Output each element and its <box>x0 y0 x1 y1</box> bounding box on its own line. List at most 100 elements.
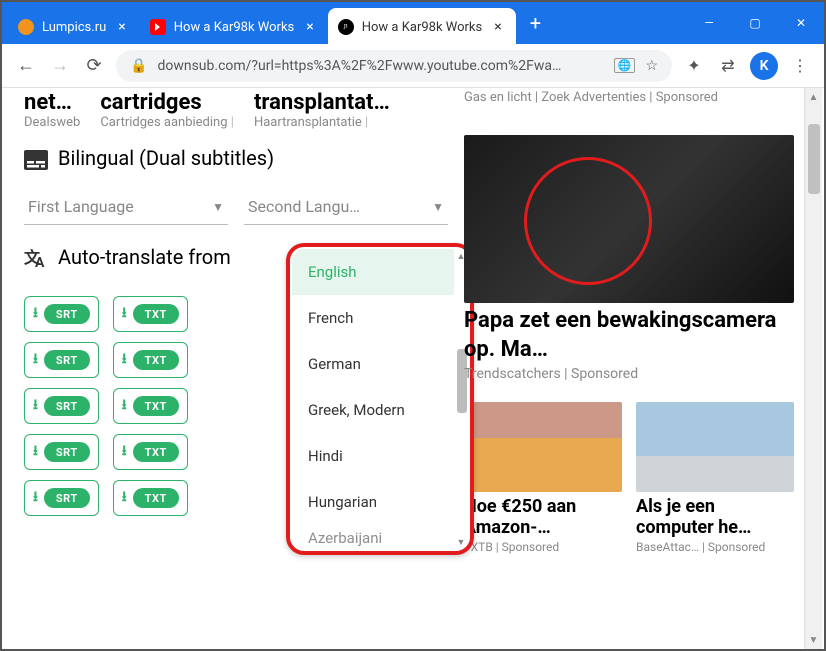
dropdown-item[interactable]: Azerbaijani <box>292 525 454 549</box>
chevron-down-icon: ▼ <box>432 200 444 214</box>
maximize-button[interactable]: ▢ <box>732 2 778 44</box>
forward-button[interactable]: → <box>48 54 72 78</box>
download-icon: ⭳ <box>33 302 38 326</box>
back-button[interactable]: ← <box>14 54 38 78</box>
ad-image <box>464 135 794 303</box>
auto-translate-header: 文A Auto-translate from <box>24 243 256 274</box>
download-txt-button[interactable]: ⭳TXT <box>113 388 188 424</box>
dropdown-item[interactable]: Hindi <box>292 433 454 479</box>
sponsored-card[interactable]: Hoe €250 aan Amazon-… FXTB | Sponsored <box>464 402 622 554</box>
ad-meta: BaseAttac… | Sponsored <box>636 540 794 554</box>
ad-title: cartridges <box>100 90 234 115</box>
download-srt-button[interactable]: ⭳ SRT <box>24 388 99 424</box>
sponsored-meta: Gas en licht | Zoek Advertenties | Spons… <box>464 90 794 105</box>
youtube-icon <box>150 19 166 35</box>
download-srt-button[interactable]: ⭳ SRT <box>24 342 99 378</box>
download-icon: ⭳ <box>122 486 127 510</box>
badge-txt: TXT <box>133 488 179 508</box>
favicon-icon <box>18 19 34 35</box>
second-language-select[interactable]: Second Langu… ▼ <box>244 189 448 225</box>
dropdown-item[interactable]: French <box>292 295 454 341</box>
star-icon[interactable]: ☆ <box>645 58 658 74</box>
badge-srt: SRT <box>44 442 90 462</box>
ad-source: Haartransplantatie <box>254 115 362 130</box>
new-tab-button[interactable]: + <box>516 11 555 35</box>
badge-txt: TXT <box>133 304 179 324</box>
download-txt-button[interactable]: ⭳ TXT <box>113 296 188 332</box>
download-icon: ⭳ <box>122 302 127 326</box>
dropdown-item[interactable]: Greek, Modern <box>292 387 454 433</box>
address-bar[interactable]: 🔒 downsub.com/?url=https%3A%2F%2Fwww.you… <box>116 50 672 82</box>
reading-list-icon[interactable]: ⇄ <box>716 54 740 78</box>
extensions-icon[interactable]: ✦ <box>682 54 706 78</box>
sponsored-item[interactable]: net… Dealsweb <box>24 90 80 130</box>
url-text: downsub.com/?url=https%3A%2F%2Fwww.youtu… <box>157 58 603 74</box>
tab-label: How a Kar98k Works <box>362 20 483 35</box>
ad-image <box>636 402 794 492</box>
translate-icon[interactable]: 🌐 <box>614 58 636 73</box>
download-txt-button[interactable]: ⭳TXT <box>113 434 188 470</box>
badge-txt: TXT <box>133 442 179 462</box>
page-scrollbar[interactable]: ▲ ▼ <box>804 88 822 649</box>
download-icon: ⭳ <box>33 486 38 510</box>
download-txt-button[interactable]: ⭳TXT <box>113 342 188 378</box>
browser-toolbar: ← → ⟳ 🔒 downsub.com/?url=https%3A%2F%2Fw… <box>2 44 824 88</box>
left-column: net… Dealsweb cartridges Cartridges aanb… <box>2 88 456 649</box>
dropdown-item[interactable]: German <box>292 341 454 387</box>
download-icon: ⭳ <box>33 440 38 464</box>
browser-tab-active[interactable]: ᶮ How a Kar98k Works × <box>328 8 516 44</box>
section-title: Auto-translate from <box>58 243 231 271</box>
sponsored-card[interactable]: Als je een computer he… BaseAttac… | Spo… <box>636 402 794 554</box>
sponsored-item[interactable]: cartridges Cartridges aanbieding | <box>100 90 234 130</box>
download-srt-button[interactable]: ⭳SRT <box>24 296 99 332</box>
ad-source: Cartridges aanbieding <box>100 115 227 130</box>
highlight-circle-icon <box>524 157 652 285</box>
badge-srt: SRT <box>44 396 90 416</box>
language-dropdown[interactable]: English French German Greek, Modern Hind… <box>286 243 474 555</box>
right-column: Gas en licht | Zoek Advertenties | Spons… <box>456 88 802 649</box>
tab-label: How a Kar98k Works <box>174 20 295 35</box>
close-icon[interactable]: × <box>490 19 505 35</box>
scrollbar-thumb[interactable] <box>808 124 820 194</box>
sponsored-item[interactable]: transplantat… Haartransplantatie | <box>254 90 390 130</box>
profile-avatar[interactable]: K <box>750 52 778 80</box>
download-grid: ⭳SRT ⭳TXT ⭳SRT ⭳TXT ⭳SRT ⭳TXT ⭳SRT ⭳TXT <box>24 296 256 516</box>
dropdown-item[interactable]: English <box>292 249 454 295</box>
close-icon[interactable]: × <box>302 19 317 35</box>
sponsored-card[interactable]: Papa zet een bewakingscamera op. Ma… Tre… <box>464 135 794 382</box>
close-icon[interactable]: × <box>114 19 129 35</box>
browser-tab[interactable]: How a Kar98k Works × <box>140 8 328 44</box>
svg-text:A: A <box>35 255 45 269</box>
browser-titlebar: Lumpics.ru × How a Kar98k Works × ᶮ How … <box>2 2 824 44</box>
select-label: Second Langu… <box>248 197 360 216</box>
download-icon: ⭳ <box>122 348 127 372</box>
subtitles-icon <box>24 150 48 175</box>
ad-row: net… Dealsweb cartridges Cartridges aanb… <box>24 90 448 130</box>
window-controls: — ▢ ✕ <box>686 2 824 44</box>
lock-icon: 🔒 <box>130 58 147 74</box>
minimize-button[interactable]: — <box>686 2 732 44</box>
ad-title: Als je een computer he… <box>636 496 794 538</box>
section-title: Bilingual (Dual subtitles) <box>58 146 274 170</box>
reload-button[interactable]: ⟳ <box>82 54 106 78</box>
badge-txt: TXT <box>133 396 179 416</box>
site-icon: ᶮ <box>338 19 354 35</box>
ad-source: Dealsweb <box>24 115 80 130</box>
menu-icon[interactable]: ⋮ <box>788 54 812 78</box>
first-language-select[interactable]: First Language ▼ <box>24 189 228 225</box>
download-txt-button[interactable]: ⭳ TXT <box>113 480 188 516</box>
download-srt-button[interactable]: ⭳ SRT <box>24 434 99 470</box>
download-srt-button[interactable]: ⭳SRT <box>24 480 99 516</box>
browser-tab[interactable]: Lumpics.ru × <box>8 8 140 44</box>
close-window-button[interactable]: ✕ <box>778 2 824 44</box>
language-selects: First Language ▼ Second Langu… ▼ <box>24 189 448 225</box>
badge-srt: SRT <box>44 350 90 370</box>
auto-translate-section: 文A Auto-translate from ⭳ SRT ⭳ TXT ⭳ SRT ⭳ T… <box>24 243 448 516</box>
ad-title: Hoe €250 aan Amazon-… <box>464 496 622 538</box>
download-icon: ⭳ <box>33 394 38 418</box>
ad-title: transplantat… <box>254 90 390 115</box>
dropdown-item[interactable]: Hungarian <box>292 479 454 525</box>
ad-title: net… <box>24 90 80 115</box>
download-icon: ⭳ <box>33 348 38 372</box>
ad-meta: FXTB | Sponsored <box>464 540 622 554</box>
